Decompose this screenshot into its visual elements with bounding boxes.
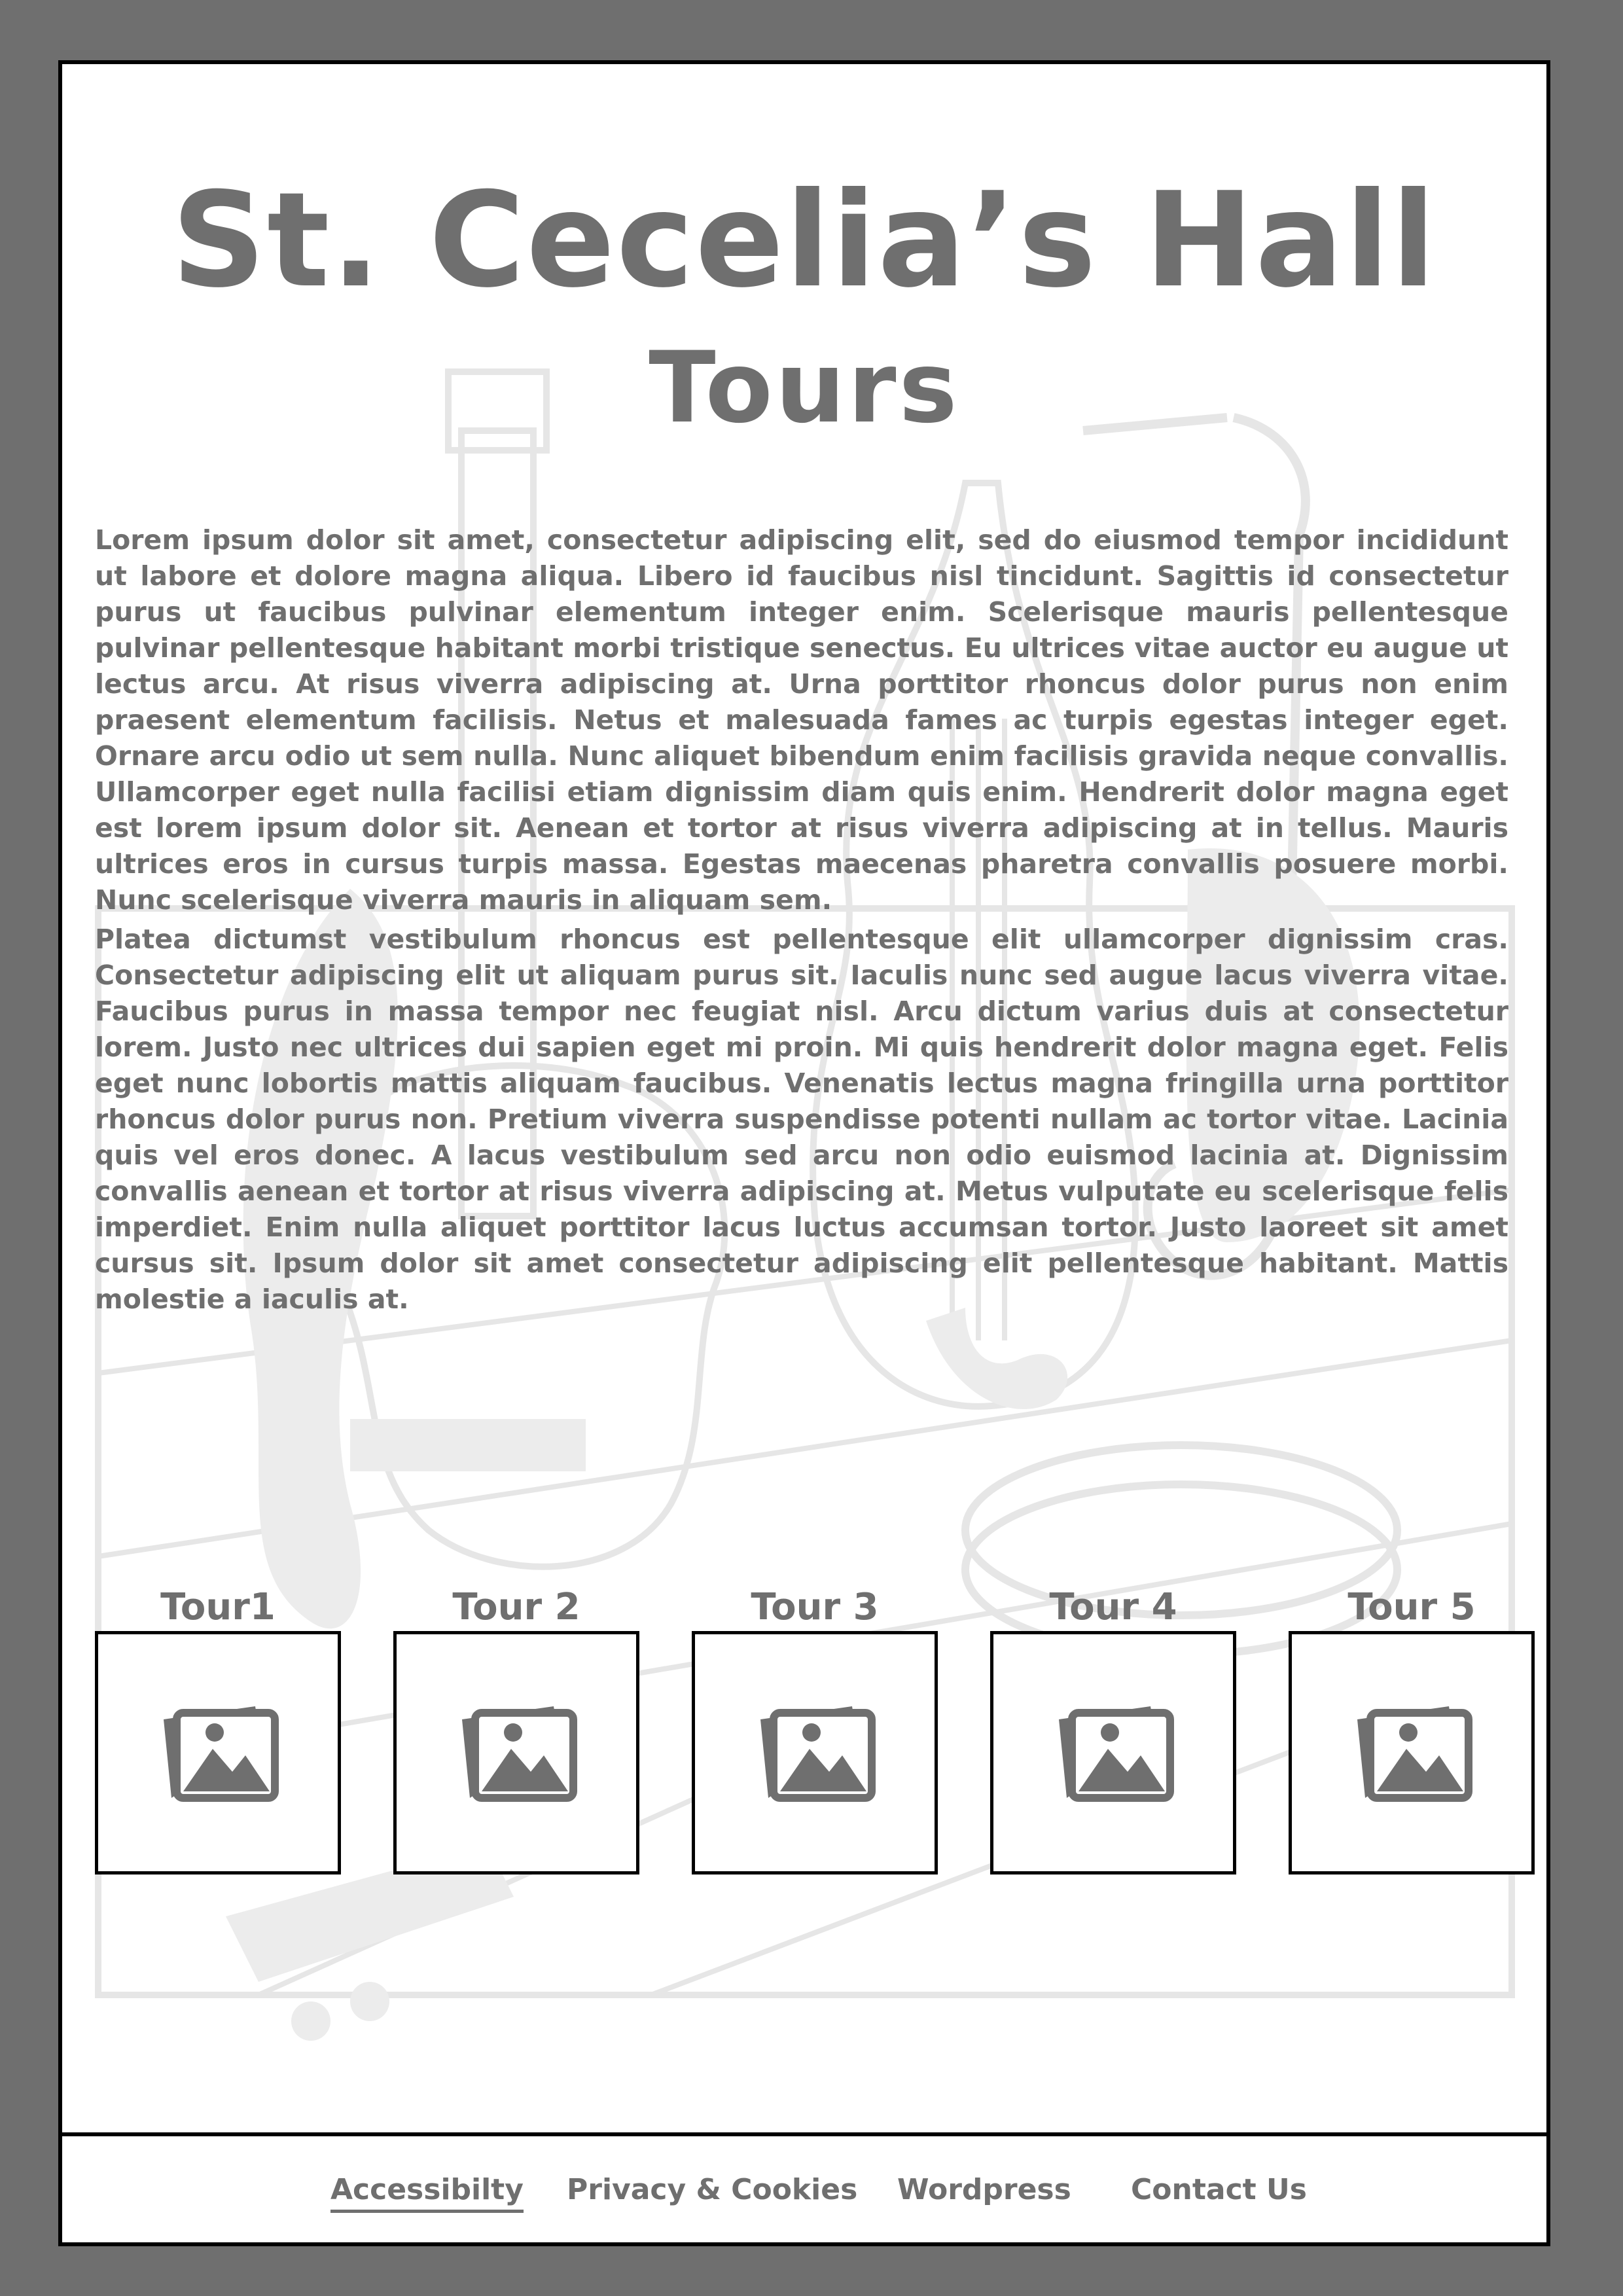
page-subtitle: Tours	[649, 331, 960, 445]
tour-image-3[interactable]	[692, 1631, 938, 1874]
main-content: St. Cecelia’s Hall Tours Lorem ipsum dol…	[62, 64, 1546, 2242]
tour-card-2[interactable]: Tour 2	[393, 1589, 639, 1874]
tour-card-3[interactable]: Tour 3	[692, 1589, 938, 1874]
tour-label: Tour 3	[751, 1586, 879, 1628]
tour-label: Tour 4	[1049, 1586, 1177, 1628]
tour-label: Tour1	[160, 1586, 276, 1628]
image-placeholder-icon	[1059, 1706, 1174, 1802]
intro-paragraph-1: Lorem ipsum dolor sit amet, consectetur …	[95, 524, 1508, 916]
tour-image-4[interactable]	[990, 1631, 1236, 1874]
footer-link-wordpress[interactable]: Wordpress	[897, 2176, 1071, 2204]
tour-label: Tour 2	[452, 1586, 580, 1628]
image-placeholder-icon	[164, 1706, 279, 1802]
tour-card-4[interactable]: Tour 4	[990, 1589, 1236, 1874]
tour-image-2[interactable]	[393, 1631, 639, 1874]
site-footer: Accessibilty Privacy & Cookies Wordpress…	[62, 2132, 1546, 2242]
tour-card-1[interactable]: Tour1	[95, 1589, 341, 1874]
page-title: St. Cecelia’s Hall	[171, 164, 1438, 317]
footer-link-privacy-cookies[interactable]: Privacy & Cookies	[567, 2176, 857, 2204]
tour-label: Tour 5	[1347, 1586, 1476, 1628]
image-placeholder-icon	[1357, 1706, 1472, 1802]
footer-link-accessibility[interactable]: Accessibilty	[330, 2176, 524, 2213]
page-frame: St. Cecelia’s Hall Tours Lorem ipsum dol…	[58, 60, 1550, 2246]
tour-card-5[interactable]: Tour 5	[1289, 1589, 1535, 1874]
image-placeholder-icon	[462, 1706, 577, 1802]
tour-image-1[interactable]	[95, 1631, 341, 1874]
image-placeholder-icon	[760, 1706, 876, 1802]
footer-link-contact-us[interactable]: Contact Us	[1131, 2176, 1307, 2204]
tour-image-5[interactable]	[1289, 1631, 1535, 1874]
intro-paragraph-2: Platea dictumst vestibulum rhoncus est p…	[95, 924, 1508, 1315]
